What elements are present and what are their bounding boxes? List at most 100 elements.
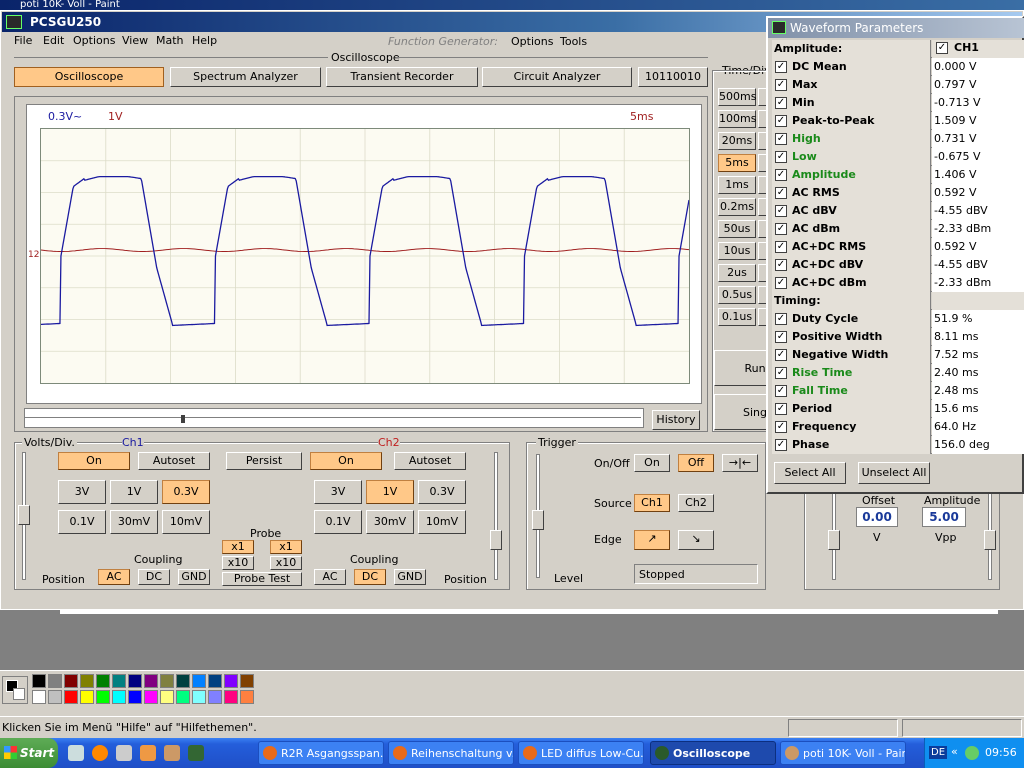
probe-test-button[interactable]: Probe Test [222, 572, 302, 586]
parameter-checkbox[interactable]: ✓ [775, 115, 787, 127]
parameter-checkbox[interactable]: ✓ [775, 79, 787, 91]
tab-spectrum-analyzer[interactable]: Spectrum Analyzer [170, 67, 321, 87]
scroll-thumb[interactable] [181, 415, 185, 423]
taskbar-button[interactable]: poti 10K- Voll - Paint [780, 741, 906, 765]
tab-logic[interactable]: 10110010 [638, 67, 708, 87]
ch1-range-30mV[interactable]: 30mV [110, 510, 158, 534]
ch1-autoset-button[interactable]: Autoset [138, 452, 210, 470]
fg-menu-options[interactable]: Options [511, 35, 553, 48]
ch2-autoset-button[interactable]: Autoset [394, 452, 466, 470]
color-swatch[interactable] [208, 674, 222, 688]
select-all-button[interactable]: Select All [774, 462, 846, 484]
color-swatch[interactable] [240, 674, 254, 688]
persist-button[interactable]: Persist [226, 452, 302, 470]
ch2-coupling-ac[interactable]: AC [314, 569, 346, 585]
menu-edit[interactable]: Edit [43, 34, 64, 47]
ch1-coupling-gnd[interactable]: GND [178, 569, 210, 585]
parameter-checkbox[interactable]: ✓ [775, 205, 787, 217]
current-colors[interactable] [2, 676, 28, 704]
color-swatch[interactable] [144, 690, 158, 704]
menu-options[interactable]: Options [73, 34, 115, 47]
time-div-100ms[interactable]: 100ms [718, 110, 756, 128]
taskbar-button[interactable]: R2R Asgangsspan... [258, 741, 384, 765]
trigger-off-button[interactable]: Off [678, 454, 714, 472]
source-ch2-button[interactable]: Ch2 [678, 494, 714, 512]
unselect-all-button[interactable]: Unselect All [858, 462, 930, 484]
color-swatch[interactable] [176, 674, 190, 688]
color-swatch[interactable] [112, 674, 126, 688]
menu-view[interactable]: View [122, 34, 148, 47]
parameter-checkbox[interactable]: ✓ [775, 133, 787, 145]
time-div-1ms[interactable]: 1ms [718, 176, 756, 194]
tab-circuit-analyzer[interactable]: Circuit Analyzer [482, 67, 632, 87]
ch2-coupling-dc[interactable]: DC [354, 569, 386, 585]
ch1-position-slider[interactable] [18, 505, 30, 525]
color-swatch[interactable] [160, 690, 174, 704]
ch1-checkbox[interactable]: ✓ [936, 42, 948, 54]
color-swatch[interactable] [128, 674, 142, 688]
expand-tray-icon[interactable]: « [951, 745, 958, 758]
ch1-range-3V[interactable]: 3V [58, 480, 106, 504]
color-swatch[interactable] [208, 690, 222, 704]
ch2-range-0.3V[interactable]: 0.3V [418, 480, 466, 504]
fg-menu-tools[interactable]: Tools [560, 35, 587, 48]
menu-math[interactable]: Math [156, 34, 184, 47]
color-swatch[interactable] [96, 674, 110, 688]
parameter-checkbox[interactable]: ✓ [775, 151, 787, 163]
color-swatch[interactable] [80, 674, 94, 688]
parameter-checkbox[interactable]: ✓ [775, 313, 787, 325]
tab-oscilloscope[interactable]: Oscilloscope [14, 67, 164, 87]
color-swatch[interactable] [176, 690, 190, 704]
offset-value[interactable]: 0.00 [856, 507, 898, 527]
time-div-0.1us[interactable]: 0.1us [718, 308, 756, 326]
ch1-range-0.1V[interactable]: 0.1V [58, 510, 106, 534]
color-swatch[interactable] [160, 674, 174, 688]
desktop-icon[interactable] [68, 745, 84, 761]
time-div-10us[interactable]: 10us [718, 242, 756, 260]
time-div-2us[interactable]: 2us [718, 264, 756, 282]
parameter-checkbox[interactable]: ✓ [775, 97, 787, 109]
color-swatch[interactable] [48, 674, 62, 688]
color-swatch[interactable] [128, 690, 142, 704]
parameter-checkbox[interactable]: ✓ [775, 439, 787, 451]
history-button[interactable]: History [652, 410, 700, 430]
ch2-probe-x10[interactable]: x10 [270, 556, 302, 570]
parameter-checkbox[interactable]: ✓ [775, 331, 787, 343]
start-button[interactable]: Start [0, 738, 58, 768]
ch1-probe-x10[interactable]: x10 [222, 556, 254, 570]
ch1-range-10mV[interactable]: 10mV [162, 510, 210, 534]
color-swatch[interactable] [32, 690, 46, 704]
time-div-50us[interactable]: 50us [718, 220, 756, 238]
language-indicator[interactable]: DE [929, 746, 948, 759]
scope-app-icon[interactable] [188, 745, 204, 761]
parameter-checkbox[interactable]: ✓ [775, 187, 787, 199]
offset-slider[interactable] [828, 530, 840, 550]
menu-help[interactable]: Help [192, 34, 217, 47]
ch2-position-slider[interactable] [490, 530, 502, 550]
taskbar-button[interactable]: Reihenschaltung v... [388, 741, 514, 765]
parameter-checkbox[interactable]: ✓ [775, 421, 787, 433]
taskbar-button[interactable]: LED diffus Low-Cu... [518, 741, 644, 765]
run-button[interactable]: Run [714, 350, 768, 386]
calculator-icon[interactable] [116, 745, 132, 761]
falling-edge-button[interactable]: ↘ [678, 530, 714, 550]
trigger-center-button[interactable]: →|← [722, 454, 758, 472]
ch1-range-0.3V[interactable]: 0.3V [162, 480, 210, 504]
network-icon[interactable] [965, 746, 979, 760]
ch1-range-1V[interactable]: 1V [110, 480, 158, 504]
firefox-icon[interactable] [92, 745, 108, 761]
waveform-parameters-title-bar[interactable]: Waveform Parameters [768, 18, 1024, 38]
color-swatch[interactable] [224, 674, 238, 688]
ch2-range-0.1V[interactable]: 0.1V [314, 510, 362, 534]
color-swatch[interactable] [112, 690, 126, 704]
color-swatch[interactable] [64, 674, 78, 688]
ch2-range-10mV[interactable]: 10mV [418, 510, 466, 534]
amplitude-slider[interactable] [984, 530, 996, 550]
ch2-probe-x1[interactable]: x1 [270, 540, 302, 554]
trigger-on-button[interactable]: On [634, 454, 670, 472]
menu-file[interactable]: File [14, 34, 32, 47]
amplitude-value[interactable]: 5.00 [922, 507, 966, 527]
package-icon[interactable] [140, 745, 156, 761]
parameter-checkbox[interactable]: ✓ [775, 277, 787, 289]
parameter-checkbox[interactable]: ✓ [775, 259, 787, 271]
